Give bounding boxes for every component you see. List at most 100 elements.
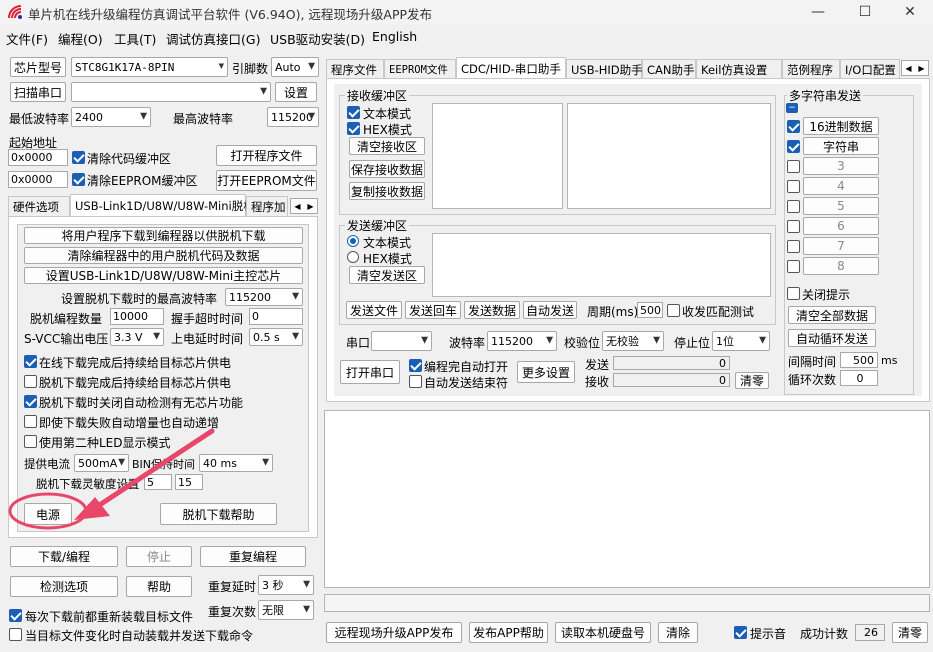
multi8-button[interactable]: 8 xyxy=(803,257,879,275)
maximize-button[interactable]: ☐ xyxy=(842,0,888,24)
right-tab-scroll[interactable]: ◀ ▶ xyxy=(901,60,929,76)
tab-scroll[interactable]: ◀ ▶ xyxy=(290,198,318,214)
send-data-button[interactable]: 发送数据 xyxy=(464,301,520,319)
tab-program-file[interactable]: 程序文件 xyxy=(326,59,384,79)
sound-checkbox[interactable] xyxy=(734,626,747,639)
tab-examples[interactable]: 范例程序 xyxy=(782,59,840,79)
clear-programmer-button[interactable]: 清除编程器中的用户脱机代码及数据 xyxy=(24,247,303,264)
open-eeprom-button[interactable]: 打开EEPROM文件 xyxy=(216,170,317,191)
set-master-chip-button[interactable]: 设置USB-Link1D/U8W/U8W-Mini主控芯片 xyxy=(24,267,303,284)
tab-keil[interactable]: Keil仿真设置 xyxy=(696,59,782,79)
loop-input[interactable]: 0 xyxy=(840,370,878,386)
recv-hex-mode-checkbox[interactable] xyxy=(347,122,360,135)
read-disk-button[interactable]: 读取本机硬盘号 xyxy=(555,622,651,643)
opt4-checkbox[interactable] xyxy=(24,415,37,428)
opt5-checkbox[interactable] xyxy=(24,435,37,448)
publish-app-button[interactable]: 远程现场升级APP发布 xyxy=(326,622,462,643)
menu-tools[interactable]: 工具(T) xyxy=(114,29,156,48)
copy-recv-button[interactable]: 复制接收数据 xyxy=(349,182,425,200)
serial-port-select[interactable]: ▼ xyxy=(371,331,432,351)
tab-can[interactable]: CAN助手 xyxy=(642,59,696,79)
port-select[interactable]: ▼ xyxy=(71,82,271,102)
clear-send-button[interactable]: 清空发送区 xyxy=(349,266,425,284)
bin-select[interactable]: 40 ms ▼ xyxy=(199,454,273,472)
menu-program[interactable]: 编程(O) xyxy=(58,29,103,48)
current-select[interactable]: 500mA ▼ xyxy=(74,454,129,472)
send-file-button[interactable]: 发送文件 xyxy=(346,301,402,319)
reload-checkbox[interactable] xyxy=(9,609,22,622)
multi4-checkbox[interactable] xyxy=(787,180,800,193)
chip-select[interactable]: STC8G1K17A-8PIN ▼ xyxy=(71,57,228,77)
more-settings-button[interactable]: 更多设置 xyxy=(517,361,575,383)
multi2-button[interactable]: 字符串 xyxy=(803,137,879,155)
opt2-checkbox[interactable] xyxy=(24,375,37,388)
auto-load-checkbox[interactable] xyxy=(9,628,22,641)
power-delay-select[interactable]: 0.5 s ▼ xyxy=(249,328,303,346)
multi3-button[interactable]: 3 xyxy=(803,157,879,175)
offline-count-input[interactable]: 10000 xyxy=(110,308,164,325)
tab-offline[interactable]: USB-Link1D/U8W/U8W-Mini脱机 xyxy=(70,194,255,216)
download-to-programmer-button[interactable]: 将用户程序下载到编程器以供脱机下载 xyxy=(24,227,303,244)
open-program-button[interactable]: 打开程序文件 xyxy=(216,145,317,166)
multi5-checkbox[interactable] xyxy=(787,200,800,213)
send-return-button[interactable]: 发送回车 xyxy=(405,301,461,319)
max-baud-select[interactable]: 115200 ▼ xyxy=(267,107,319,127)
auto-send-button[interactable]: 自动发送 xyxy=(523,301,577,319)
send-text-area[interactable] xyxy=(432,233,771,297)
offline-max-baud-select[interactable]: 115200 ▼ xyxy=(225,288,303,306)
multi1-button[interactable]: 16进制数据 xyxy=(803,117,879,135)
min-baud-select[interactable]: 2400 ▼ xyxy=(71,107,151,127)
multi3-checkbox[interactable] xyxy=(787,160,800,173)
clear-eeprom-checkbox[interactable] xyxy=(72,173,85,186)
multi8-checkbox[interactable] xyxy=(787,260,800,273)
tab-usb-hid[interactable]: USB-HID助手 xyxy=(566,59,643,79)
log-output-area[interactable] xyxy=(324,410,930,588)
collapse-icon[interactable]: − xyxy=(786,103,798,113)
addr2-input[interactable]: 0x0000 xyxy=(8,171,68,188)
svcc-select[interactable]: 3.3 V ▼ xyxy=(110,328,164,346)
opt1-checkbox[interactable] xyxy=(24,355,37,368)
multi6-button[interactable]: 6 xyxy=(803,217,879,235)
chip-type-button[interactable]: 芯片型号 xyxy=(10,57,66,77)
auto-send-end-checkbox[interactable] xyxy=(409,375,422,388)
tab-hardware[interactable]: 硬件选项 xyxy=(8,196,70,216)
multi5-button[interactable]: 5 xyxy=(803,197,879,215)
send-text-mode-radio[interactable] xyxy=(347,235,359,247)
interval-input[interactable]: 500 xyxy=(840,352,878,368)
tab-eeprom-file[interactable]: EEPROM文件 xyxy=(384,59,456,79)
clear-success-button[interactable]: 清零 xyxy=(892,622,928,643)
opt3-checkbox[interactable] xyxy=(24,395,37,408)
repeat-delay-select[interactable]: 3 秒 ▼ xyxy=(258,575,314,595)
handshake-input[interactable]: 0 xyxy=(249,308,303,325)
clear-all-button[interactable]: 清空全部数据 xyxy=(788,306,876,324)
repeat-count-select[interactable]: 无限 ▼ xyxy=(258,600,314,620)
clear-log-button[interactable]: 清除 xyxy=(658,622,698,643)
sens1-input[interactable]: 5 xyxy=(144,474,172,490)
stop-bits-select[interactable]: 1位 ▼ xyxy=(712,331,770,351)
power-button[interactable]: 电源 xyxy=(24,503,72,525)
save-recv-button[interactable]: 保存接收数据 xyxy=(349,160,425,178)
multi4-button[interactable]: 4 xyxy=(803,177,879,195)
help-button[interactable]: 帮助 xyxy=(126,576,192,597)
check-options-button[interactable]: 检测选项 xyxy=(10,576,118,597)
recv-text-area[interactable] xyxy=(432,103,563,209)
auto-loop-button[interactable]: 自动循环发送 xyxy=(788,329,876,347)
multi7-checkbox[interactable] xyxy=(787,240,800,253)
menu-debug[interactable]: 调试仿真接口(G) xyxy=(166,29,260,48)
scan-port-button[interactable]: 扫描串口 xyxy=(10,82,66,102)
recv-match-checkbox[interactable] xyxy=(667,304,680,317)
clear-recv-button[interactable]: 清空接收区 xyxy=(349,137,425,155)
publish-help-button[interactable]: 发布APP帮助 xyxy=(469,622,548,643)
offline-help-button[interactable]: 脱机下载帮助 xyxy=(160,503,277,525)
recv-text-mode-checkbox[interactable] xyxy=(347,106,360,119)
clear-count-button[interactable]: 清零 xyxy=(735,372,769,389)
multi2-checkbox[interactable] xyxy=(787,140,800,153)
tab-program[interactable]: 程序加 xyxy=(246,196,288,216)
download-program-button[interactable]: 下载/编程 xyxy=(10,546,118,567)
sens2-input[interactable]: 15 xyxy=(175,474,203,490)
close-hint-checkbox[interactable] xyxy=(787,287,800,300)
addr1-input[interactable]: 0x0000 xyxy=(8,149,68,166)
auto-open-checkbox[interactable] xyxy=(409,359,422,372)
stop-button[interactable]: 停止 xyxy=(126,546,192,567)
serial-baud-select[interactable]: 115200 ▼ xyxy=(487,331,557,351)
